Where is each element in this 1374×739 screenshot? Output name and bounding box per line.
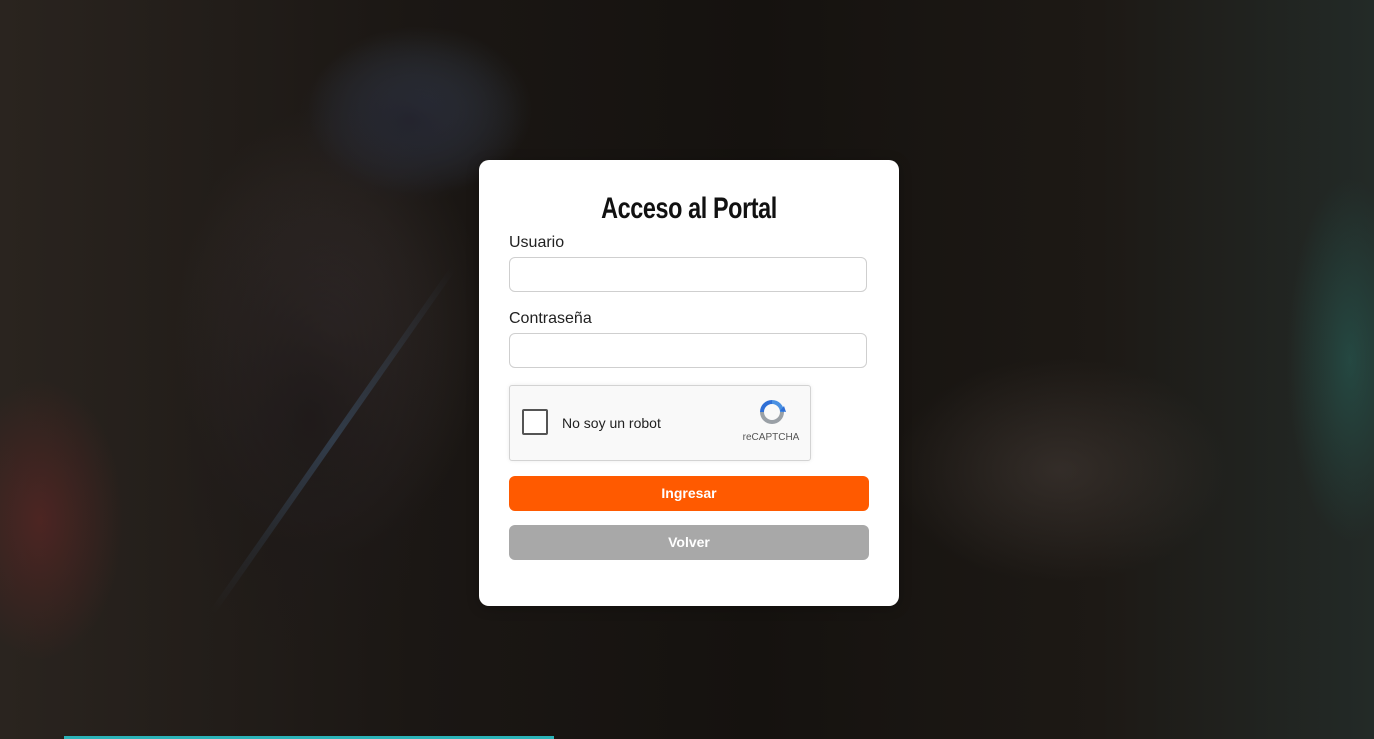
username-label: Usuario — [509, 234, 565, 251]
captcha-brand-label: reCAPTCHA — [742, 432, 800, 443]
back-button[interactable]: Volver — [509, 525, 869, 560]
username-input[interactable] — [509, 257, 867, 292]
page-title: Acceso al Portal — [601, 192, 777, 225]
recaptcha-icon — [760, 400, 786, 424]
password-label: Contraseña — [509, 310, 592, 327]
captcha-label: No soy un robot — [562, 415, 661, 431]
submit-button[interactable]: Ingresar — [509, 476, 869, 511]
captcha-checkbox[interactable] — [522, 409, 548, 435]
recaptcha-widget: No soy un robot reCAPTCHA — [509, 385, 811, 461]
password-input[interactable] — [509, 333, 867, 368]
login-card: Acceso al Portal Usuario Contraseña No s… — [479, 160, 899, 606]
